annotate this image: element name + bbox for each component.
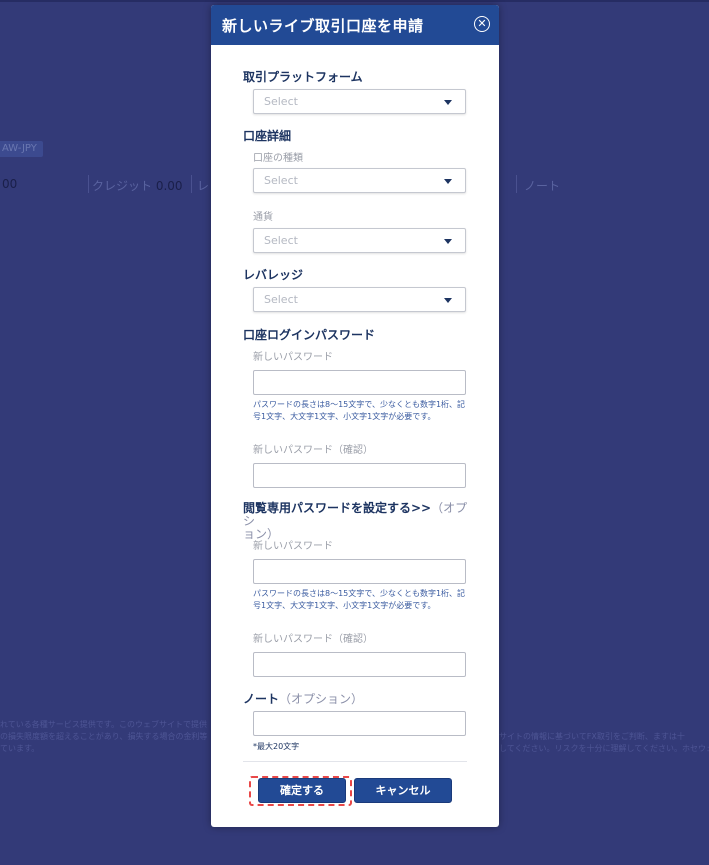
optional-tag: （オプション） [279, 692, 364, 706]
platform-select-value: Select [264, 95, 298, 108]
disclaimer-line: ています。 [0, 744, 40, 753]
apply-account-modal: 新しいライブ取引口座を申請 ✕ 取引プラットフォーム Select 口座詳細 口… [211, 5, 499, 827]
readonly-password-help: パスワードの長さは8～15文字で、少なくとも数字1桁、記 号1文字、大文字1文字… [253, 588, 473, 612]
cancel-button[interactable]: キャンセル [354, 778, 452, 803]
login-password-help: パスワードの長さは8～15文字で、少なくとも数字1桁、記 号1文字、大文字1文字… [253, 399, 473, 423]
account-type-select-value: Select [264, 174, 298, 187]
readonly-new-password-input[interactable] [253, 559, 466, 584]
chevron-down-icon [444, 179, 452, 184]
modal-title: 新しいライブ取引口座を申請 [222, 17, 424, 35]
login-confirm-password-input[interactable] [253, 463, 466, 488]
note-input[interactable] [253, 711, 466, 736]
close-icon[interactable]: ✕ [474, 16, 490, 32]
account-currency-badge: AW-JPY [0, 141, 43, 157]
account-type-select[interactable]: Select [253, 168, 466, 193]
currency-select[interactable]: Select [253, 228, 466, 253]
help-line: パスワードの長さは8～15文字で、少なくとも数字1桁、記 [253, 589, 466, 598]
platform-select[interactable]: Select [253, 89, 466, 114]
credit-value: 0.00 [155, 179, 183, 193]
leverage-section-title: レバレッジ [243, 268, 304, 282]
stat-separator [516, 175, 517, 193]
note-stat-label: ノート [524, 179, 561, 193]
account-type-label: 口座の種類 [253, 153, 303, 164]
leverage-select[interactable]: Select [253, 287, 466, 312]
stat-separator [191, 175, 192, 193]
disclaimer-line: してください。リスクを十分に理解してください。ホセウェ [499, 744, 709, 753]
disclaimer-line: の損失限度額を超えることがあり、損失する場合の金利等 [0, 732, 208, 741]
help-line: 号1文字、大文字1文字、小文字1文字が必要です。 [253, 412, 436, 421]
login-password-section-title: 口座ログインパスワード [243, 328, 376, 342]
credit-label: クレジット [92, 179, 153, 193]
top-border [0, 0, 709, 2]
chevron-down-icon [444, 100, 452, 105]
stat-separator [88, 175, 89, 193]
footer-divider [243, 761, 467, 762]
platform-section-title: 取引プラットフォーム [243, 70, 363, 84]
balance-value: 00 [2, 177, 18, 191]
readonly-new-password-label: 新しいパスワード [253, 541, 333, 552]
readonly-confirm-password-input[interactable] [253, 652, 466, 677]
modal-header: 新しいライブ取引口座を申請 ✕ [211, 5, 499, 45]
readonly-password-section-title[interactable]: 閲覧専用パスワードを設定する>>（オプシ ョン） [243, 502, 473, 541]
chevron-down-icon [444, 239, 452, 244]
help-line: 号1文字、大文字1文字、小文字1文字が必要です。 [253, 601, 436, 610]
help-line: パスワードの長さは8～15文字で、少なくとも数字1桁、記 [253, 400, 466, 409]
note-section-title: ノート（オプション） [243, 690, 363, 707]
currency-label: 通貨 [253, 212, 273, 223]
leverage-select-value: Select [264, 293, 298, 306]
login-new-password-input[interactable] [253, 370, 466, 395]
disclaimer-line: れている各種サービス提供です。このウェブサイトで提供 [0, 720, 207, 729]
credit-stat: クレジット 0.00 [92, 177, 183, 194]
leverage-stat-stub: レ [197, 179, 210, 193]
disclaimer-line: サイトの情報に基づいてFX取引をご判断、ますは十 [499, 732, 685, 741]
login-new-password-label: 新しいパスワード [253, 352, 333, 363]
readonly-password-link[interactable]: 閲覧専用パスワードを設定する>> [243, 501, 431, 515]
note-title: ノート [243, 692, 280, 706]
login-confirm-password-label: 新しいパスワード（確認） [253, 445, 373, 456]
confirm-button[interactable]: 確定する [258, 778, 346, 803]
readonly-confirm-password-label: 新しいパスワード（確認） [253, 634, 373, 645]
chevron-down-icon [444, 298, 452, 303]
disclaimer-left: れている各種サービス提供です。このウェブサイトで提供 の損失限度額を超えることが… [0, 719, 210, 755]
account-details-section-title: 口座詳細 [243, 129, 292, 143]
note-hint: *最大20文字 [253, 742, 300, 751]
currency-select-value: Select [264, 234, 298, 247]
disclaimer-right: サイトの情報に基づいてFX取引をご判断、ますは十 してください。リスクを十分に理… [499, 731, 709, 755]
